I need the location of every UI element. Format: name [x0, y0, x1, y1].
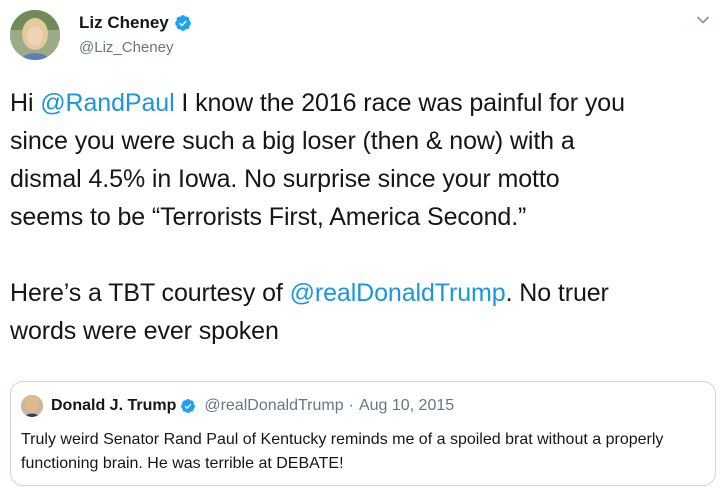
author-handle[interactable]: @Liz_Cheney: [79, 39, 192, 56]
quoted-tweet[interactable]: Donald J. Trump @realDonaldTrump · Aug 1…: [10, 381, 716, 486]
tweet-line: [10, 236, 710, 274]
tweet-line: dismal 4.5% in Iowa. No surprise since y…: [10, 160, 710, 198]
quoted-tweet-date[interactable]: Aug 10, 2015: [359, 397, 454, 415]
tweet-text-segment: . No truer: [505, 279, 609, 307]
meta-separator: ·: [348, 397, 354, 414]
verified-badge-icon: [174, 15, 191, 31]
chevron-down-icon[interactable]: [695, 12, 711, 28]
quoted-author-handle: @realDonaldTrump: [204, 397, 344, 414]
tweet-line: words were ever spoken: [10, 312, 710, 350]
mention-link[interactable]: @RandPaul: [40, 89, 174, 117]
quoted-tweet-text: Truly weird Senator Rand Paul of Kentuck…: [21, 431, 664, 472]
tweet-text-segment: since you were such a big loser (then & …: [10, 127, 575, 155]
tweet-text-segment: words were ever spoken: [10, 317, 279, 345]
author-name[interactable]: Liz Cheney: [79, 13, 169, 33]
author-info: Liz Cheney @Liz_Cheney: [79, 12, 192, 56]
quoted-author-name: Donald J. Trump: [51, 397, 177, 414]
tweet-text-segment: dismal 4.5% in Iowa. No surprise since y…: [10, 165, 560, 193]
tweet-line: since you were such a big loser (then & …: [10, 122, 710, 160]
tweet-text: Hi @RandPaul I know the 2016 race was pa…: [10, 84, 710, 350]
verified-badge-icon: [181, 399, 196, 413]
tweet-line: Hi @RandPaul I know the 2016 race was pa…: [10, 84, 710, 122]
tweet-text-segment: seems to be “Terrorists First, America S…: [10, 203, 527, 231]
mention-link[interactable]: @realDonaldTrump: [290, 279, 506, 307]
quoted-author-avatar: [21, 395, 43, 417]
author-avatar[interactable]: [10, 10, 60, 60]
tweet-line: seems to be “Terrorists First, America S…: [10, 198, 710, 236]
tweet-line: Here’s a TBT courtesy of @realDonaldTrum…: [10, 274, 710, 312]
tweet-text-segment: I know the 2016 race was painful for you: [174, 89, 625, 117]
tweet-text-segment: Hi: [10, 89, 41, 117]
tweet-text-segment: Here’s a TBT courtesy of: [10, 279, 290, 307]
